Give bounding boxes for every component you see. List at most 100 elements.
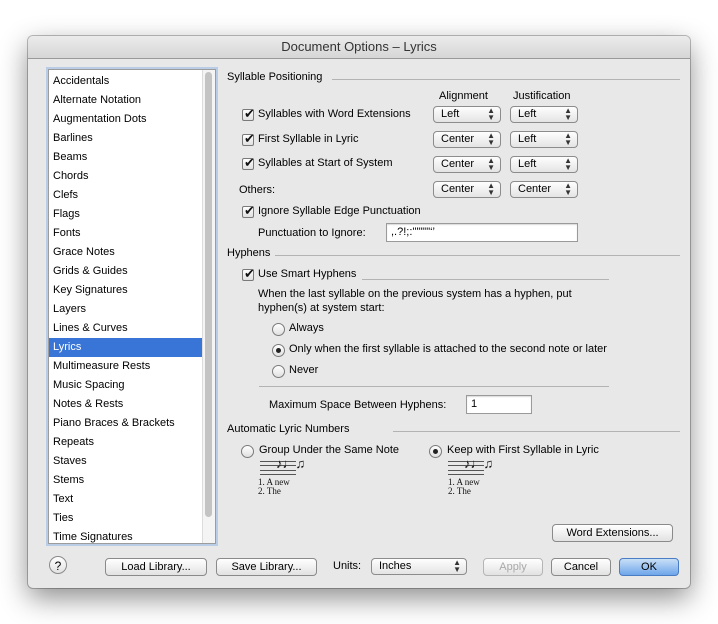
- sidebar-item-staves[interactable]: Staves: [49, 452, 205, 471]
- hyphen-second-note-label: Only when the first syllable is attached…: [289, 343, 607, 355]
- punctuation-to-ignore-label: Punctuation to Ignore:: [258, 227, 366, 239]
- word-extensions-label: Syllables with Word Extensions: [258, 108, 411, 120]
- sidebar-item-barlines[interactable]: Barlines: [49, 129, 205, 148]
- sidebar-item-accidentals[interactable]: Accidentals: [49, 72, 205, 91]
- others-label: Others:: [239, 184, 276, 196]
- sidebar-item-augmentation-dots[interactable]: Augmentation Dots: [49, 110, 205, 129]
- hyphens-title: Hyphens: [227, 247, 271, 259]
- popup-arrows-icon: ▲ ▼: [487, 156, 495, 172]
- sidebar-item-grids-guides[interactable]: Grids & Guides: [49, 262, 205, 281]
- notes-icon: ♪♩♫: [276, 456, 306, 471]
- example-group-line2: 2. The: [258, 486, 281, 496]
- section-divider: [362, 279, 609, 280]
- alignment-header: Alignment: [439, 90, 488, 102]
- sidebar-item-stems[interactable]: Stems: [49, 471, 205, 490]
- first-syllable-alignment-popup[interactable]: Center ▲ ▼: [433, 131, 501, 148]
- section-divider: [332, 79, 680, 80]
- group-under-note-radio[interactable]: [241, 445, 254, 458]
- group-under-note-label: Group Under the Same Note: [259, 444, 400, 456]
- example-keep-line2: 2. The: [448, 486, 471, 496]
- keep-with-first-radio[interactable]: [429, 445, 442, 458]
- popup-value: Inches: [379, 560, 412, 572]
- scroll-thumb[interactable]: [205, 72, 212, 517]
- window-title: Document Options – Lyrics: [28, 36, 690, 59]
- word-extensions-alignment-popup[interactable]: Left ▲ ▼: [433, 106, 501, 123]
- punctuation-to-ignore-field[interactable]: ,.?!;:'""""‘’: [386, 223, 578, 242]
- sidebar-item-alternate-notation[interactable]: Alternate Notation: [49, 91, 205, 110]
- dialog-window: Document Options – Lyrics Accidentals Alt…: [28, 36, 690, 588]
- popup-arrows-icon: ▲ ▼: [453, 558, 461, 574]
- sidebar-item-layers[interactable]: Layers: [49, 300, 205, 319]
- sidebar-item-piano-braces-brackets[interactable]: Piano Braces & Brackets: [49, 414, 205, 433]
- popup-value: Left: [441, 108, 460, 120]
- popup-value: Center: [518, 183, 552, 195]
- sidebar-item-repeats[interactable]: Repeats: [49, 433, 205, 452]
- hyphen-always-label: Always: [289, 322, 324, 334]
- apply-button[interactable]: Apply: [483, 558, 543, 576]
- units-popup[interactable]: Inches ▲ ▼: [371, 558, 467, 575]
- cancel-button[interactable]: Cancel: [551, 558, 611, 576]
- hyphen-second-note-radio[interactable]: [272, 344, 285, 357]
- hyphen-description-line1: When the last syllable on the previous s…: [258, 288, 572, 300]
- units-label: Units:: [333, 560, 362, 572]
- sidebar-item-ties[interactable]: Ties: [49, 509, 205, 528]
- start-of-system-alignment-popup[interactable]: Center ▲ ▼: [433, 156, 501, 173]
- popup-arrows-icon: ▲ ▼: [564, 131, 572, 147]
- section-divider: [275, 255, 680, 256]
- start-of-system-label: Syllables at Start of System: [258, 157, 393, 169]
- start-of-system-checkbox[interactable]: [242, 155, 255, 171]
- sidebar-item-time-signatures[interactable]: Time Signatures: [49, 528, 205, 543]
- sidebar-item-chords[interactable]: Chords: [49, 167, 205, 186]
- popup-arrows-icon: ▲ ▼: [487, 106, 495, 122]
- word-extensions-justification-popup[interactable]: Left ▲ ▼: [510, 106, 578, 123]
- sidebar-item-grace-notes[interactable]: Grace Notes: [49, 243, 205, 262]
- word-extensions-button[interactable]: Word Extensions...: [552, 524, 673, 542]
- first-syllable-checkbox[interactable]: [242, 131, 255, 147]
- first-syllable-label: First Syllable in Lyric: [258, 133, 359, 145]
- first-syllable-justification-popup[interactable]: Left ▲ ▼: [510, 131, 578, 148]
- list-scrollbar[interactable]: [202, 70, 215, 543]
- sidebar-item-flags[interactable]: Flags: [49, 205, 205, 224]
- popup-value: Left: [518, 158, 537, 170]
- sidebar-item-lines-curves[interactable]: Lines & Curves: [49, 319, 205, 338]
- syllable-positioning-title: Syllable Positioning: [227, 71, 323, 83]
- sidebar-item-notes-rests[interactable]: Notes & Rests: [49, 395, 205, 414]
- sidebar-item-clefs[interactable]: Clefs: [49, 186, 205, 205]
- max-space-field[interactable]: 1: [466, 395, 532, 414]
- load-library-button[interactable]: Load Library...: [105, 558, 207, 576]
- category-list[interactable]: Accidentals Alternate Notation Augmentatio…: [48, 69, 216, 544]
- help-button[interactable]: ?: [49, 556, 67, 574]
- start-of-system-justification-popup[interactable]: Left ▲ ▼: [510, 156, 578, 173]
- save-library-button[interactable]: Save Library...: [216, 558, 317, 576]
- popup-arrows-icon: ▲ ▼: [564, 181, 572, 197]
- hyphen-never-radio[interactable]: [272, 365, 285, 378]
- hyphen-always-radio[interactable]: [272, 323, 285, 336]
- others-justification-popup[interactable]: Center ▲ ▼: [510, 181, 578, 198]
- hyphen-never-label: Never: [289, 364, 319, 376]
- sidebar-item-fonts[interactable]: Fonts: [49, 224, 205, 243]
- popup-arrows-icon: ▲ ▼: [487, 131, 495, 147]
- popup-arrows-icon: ▲ ▼: [487, 181, 495, 197]
- ok-button[interactable]: OK: [619, 558, 679, 576]
- sidebar-item-lyrics[interactable]: Lyrics: [49, 338, 205, 357]
- others-alignment-popup[interactable]: Center ▲ ▼: [433, 181, 501, 198]
- section-divider: [259, 386, 609, 387]
- popup-value: Center: [441, 158, 475, 170]
- keep-with-first-label: Keep with First Syllable in Lyric: [447, 444, 599, 456]
- sidebar-item-music-spacing[interactable]: Music Spacing: [49, 376, 205, 395]
- smart-hyphens-checkbox[interactable]: [242, 266, 255, 282]
- justification-header: Justification: [513, 90, 571, 102]
- word-extensions-checkbox[interactable]: [242, 106, 255, 122]
- popup-value: Center: [441, 183, 475, 195]
- ignore-edge-punctuation-label: Ignore Syllable Edge Punctuation: [258, 205, 421, 217]
- sidebar-item-text[interactable]: Text: [49, 490, 205, 509]
- auto-lyric-numbers-title: Automatic Lyric Numbers: [227, 423, 350, 435]
- ignore-edge-punctuation-checkbox[interactable]: [242, 203, 255, 219]
- popup-value: Center: [441, 133, 475, 145]
- popup-arrows-icon: ▲ ▼: [564, 156, 572, 172]
- section-divider: [393, 431, 680, 432]
- popup-value: Left: [518, 108, 537, 120]
- sidebar-item-key-signatures[interactable]: Key Signatures: [49, 281, 205, 300]
- sidebar-item-multimeasure-rests[interactable]: Multimeasure Rests: [49, 357, 205, 376]
- sidebar-item-beams[interactable]: Beams: [49, 148, 205, 167]
